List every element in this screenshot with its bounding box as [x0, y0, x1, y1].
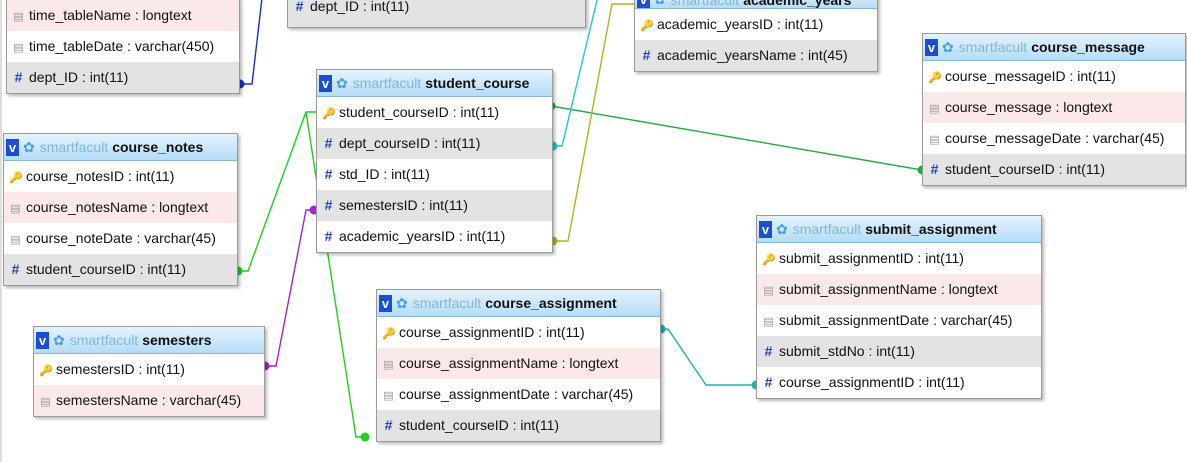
column-row: ▤ course_messageDate : varchar(45)	[923, 123, 1185, 154]
numeric-column-icon: #	[324, 228, 333, 244]
toggle-icon[interactable]: v	[759, 220, 772, 238]
column-row: 🔑 course_messageID : int(11)	[923, 61, 1185, 92]
gear-icon[interactable]: ✿	[336, 75, 348, 92]
text-column-icon: ▤	[763, 316, 774, 328]
column-row: ▤ course_assignmentName : longtext	[377, 348, 660, 379]
text-column-icon: ▤	[383, 359, 394, 371]
text-column-icon: ▤	[763, 285, 774, 297]
numeric-column-icon: #	[11, 261, 20, 277]
key-icon: 🔑	[9, 172, 23, 184]
table-semesters[interactable]: v ✿ smartfacult semesters 🔑 semestersID : in…	[33, 326, 265, 417]
gear-icon[interactable]: ✿	[23, 139, 35, 156]
column-row: # dept_courseID : int(11)	[317, 128, 552, 159]
toggle-icon[interactable]: v	[6, 138, 19, 156]
text-column-icon: ▤	[10, 234, 21, 246]
key-icon: 🔑	[928, 72, 942, 84]
column-row: 🔑 semestersID : int(11)	[34, 354, 264, 385]
column-row: ▤ submit_assignmentName : longtext	[757, 274, 1041, 305]
gear-icon[interactable]: ✿	[53, 332, 65, 349]
numeric-column-icon: #	[14, 69, 23, 85]
column-row: 🔑 academic_yearsID : int(11)	[635, 9, 877, 40]
text-column-icon: ▤	[929, 134, 940, 146]
table-course-notes[interactable]: v ✿ smartfacult course_notes 🔑 course_notesI…	[3, 133, 238, 286]
column-row: ▤ course_noteDate : varchar(45)	[4, 223, 237, 254]
table-header[interactable]: v ✿ smartfacult course_notes	[4, 134, 237, 161]
text-column-icon: ▤	[383, 390, 394, 402]
column-row: # student_courseID : int(11)	[377, 410, 660, 441]
column-row: 🔑 course_assignmentID : int(11)	[377, 317, 660, 348]
gear-icon[interactable]: ✿	[942, 39, 954, 56]
numeric-column-icon: #	[324, 197, 333, 213]
numeric-column-icon: #	[930, 161, 939, 177]
key-icon: 🔑	[640, 20, 654, 32]
column-row: # student_courseID : int(11)	[923, 154, 1185, 185]
relationship-line	[659, 328, 756, 386]
column-row: # dept_ID : int(11)	[288, 0, 585, 21]
text-column-icon: ▤	[10, 203, 21, 215]
table-header[interactable]: v ✿ smartfacult course_assignment	[377, 290, 660, 317]
column-row: ▤ submit_assignmentDate : varchar(45)	[757, 305, 1041, 336]
text-column-icon: ▤	[13, 42, 24, 54]
table-dept-partial[interactable]: # dept_ID : int(11)	[287, 0, 586, 28]
column-row: # submit_stdNo : int(11)	[757, 336, 1041, 367]
column-row: ▤ semestersName : varchar(45)	[34, 385, 264, 416]
numeric-column-icon: #	[295, 0, 304, 14]
gear-icon[interactable]: ✿	[654, 0, 666, 8]
column-row: # course_assignmentID : int(11)	[757, 367, 1041, 398]
table-student-course[interactable]: v ✿ smartfacult student_course 🔑 student_cou…	[316, 69, 553, 253]
column-row: ▤ course_assignmentDate : varchar(45)	[377, 379, 660, 410]
toggle-icon[interactable]: v	[36, 331, 49, 349]
relationship-line	[263, 209, 316, 367]
column-row: ▤ time_tableName : longtext	[7, 0, 239, 31]
column-row: # academic_yearsName : int(45)	[635, 40, 877, 71]
gear-icon[interactable]: ✿	[776, 221, 788, 238]
table-header[interactable]: v ✿ smartfacult submit_assignment	[757, 216, 1041, 243]
text-column-icon: ▤	[13, 11, 24, 23]
numeric-column-icon: #	[764, 343, 773, 359]
table-time-table[interactable]: ▤ time_tableName : longtext ▤ time_tableDa…	[6, 0, 240, 94]
toggle-icon[interactable]: v	[379, 294, 392, 312]
column-row: # semestersID : int(11)	[317, 190, 552, 221]
key-icon: 🔑	[39, 365, 53, 377]
numeric-column-icon: #	[324, 135, 333, 151]
column-row: ▤ course_message : longtext	[923, 92, 1185, 123]
column-row: # dept_ID : int(11)	[7, 62, 239, 93]
column-row: ▤ course_notesName : longtext	[4, 192, 237, 223]
key-icon: 🔑	[762, 254, 776, 266]
column-row: 🔑 submit_assignmentID : int(11)	[757, 243, 1041, 274]
column-row: 🔑 student_courseID : int(11)	[317, 97, 552, 128]
table-header[interactable]: v✿smartfacultacademic_years	[635, 0, 877, 9]
toggle-icon[interactable]: v	[637, 0, 650, 8]
toggle-icon[interactable]: v	[319, 74, 332, 92]
numeric-column-icon: #	[764, 374, 773, 390]
table-course-assignment[interactable]: v ✿ smartfacult course_assignment 🔑 course_a…	[376, 289, 661, 442]
relationship-line	[238, 0, 263, 85]
column-row: ▤ time_tableDate : varchar(450)	[7, 31, 239, 62]
numeric-column-icon: #	[324, 166, 333, 182]
key-icon: 🔑	[322, 108, 336, 120]
column-row: # std_ID : int(11)	[317, 159, 552, 190]
relationship-endpoint	[360, 432, 370, 442]
table-submit-assignment[interactable]: v ✿ smartfacult submit_assignment 🔑 submit_a…	[756, 215, 1042, 399]
table-header[interactable]: v ✿ smartfacult semesters	[34, 327, 264, 354]
relationship-line	[551, 3, 634, 242]
text-column-icon: ▤	[929, 103, 940, 115]
text-column-icon: ▤	[40, 396, 51, 408]
column-row: 🔑 course_notesID : int(11)	[4, 161, 237, 192]
column-row: # student_courseID : int(11)	[4, 254, 237, 285]
numeric-column-icon: #	[642, 47, 651, 63]
toggle-icon[interactable]: v	[925, 38, 938, 56]
table-course-message[interactable]: v ✿ smartfacult course_message 🔑 course_mess…	[922, 33, 1186, 186]
numeric-column-icon: #	[384, 417, 393, 433]
relationship-line	[236, 111, 316, 272]
table-header[interactable]: v ✿ smartfacult student_course	[317, 70, 552, 97]
gear-icon[interactable]: ✿	[396, 295, 408, 312]
key-icon: 🔑	[382, 328, 396, 340]
table-header[interactable]: v ✿ smartfacult course_message	[923, 34, 1185, 61]
column-row: # academic_yearsID : int(11)	[317, 221, 552, 252]
relationship-line	[550, 105, 923, 171]
table-academic-years[interactable]: v✿smartfacultacademic_years 🔑academic_ye…	[634, 0, 878, 72]
